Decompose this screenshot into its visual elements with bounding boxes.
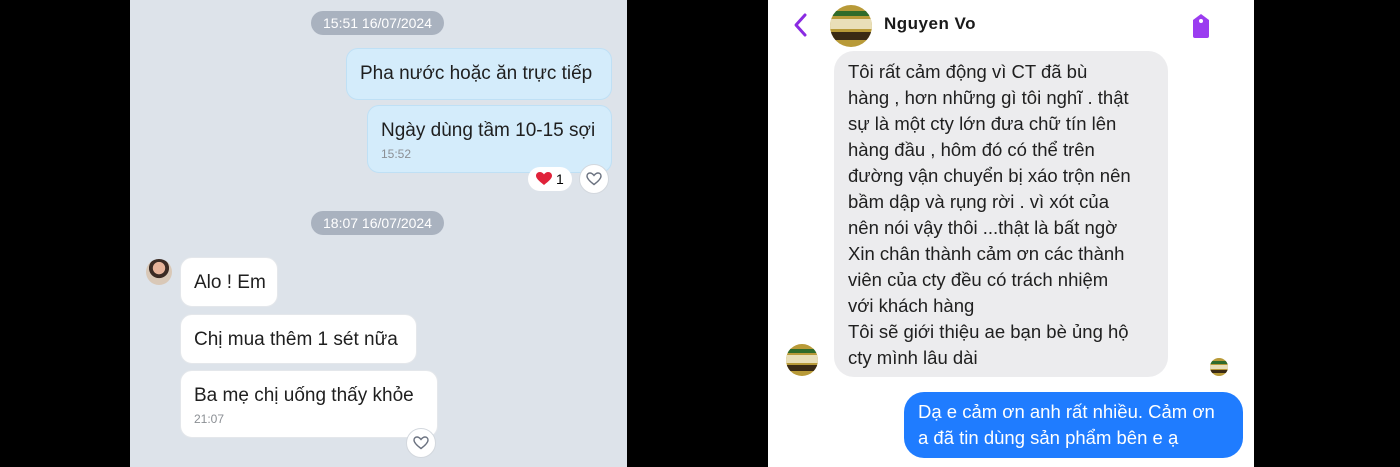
message-line: Tôi rất cảm động vì CT đã bù: [848, 61, 1088, 82]
tag-icon[interactable]: [1190, 12, 1212, 40]
message-line: với khách hàng: [848, 295, 975, 316]
message-line: đường vận chuyển bị xáo trộn nên: [848, 165, 1131, 186]
heart-outline-icon: [586, 172, 602, 186]
message-line: Tôi sẽ giới thiệu ae bạn bè ủng hộ: [848, 321, 1129, 342]
incoming-message[interactable]: Tôi rất cảm động vì CT đã bù hàng , hơn …: [834, 51, 1168, 377]
contact-name[interactable]: Nguyen Vo: [884, 14, 976, 34]
reaction-badge[interactable]: 1: [528, 167, 572, 191]
message-text: Ba mẹ chị uống thấy khỏe: [194, 385, 414, 406]
react-button[interactable]: [406, 428, 436, 458]
contact-avatar[interactable]: [146, 259, 172, 285]
message-line: bầm dập và rụng rời . vì xót của: [848, 191, 1109, 212]
outgoing-message[interactable]: Pha nước hoặc ăn trực tiếp: [346, 48, 612, 100]
message-line: viên của cty đều có trách nhiệm: [848, 269, 1109, 290]
message-text: Pha nước hoặc ăn trực tiếp: [360, 63, 593, 84]
outgoing-message[interactable]: Dạ e cảm ơn anh rất nhiều. Cảm ơn a đã t…: [904, 392, 1243, 458]
message-line: cty mình lâu dài: [848, 347, 978, 368]
message-text: Ngày dùng tầm 10-15 sợi: [381, 120, 596, 141]
incoming-message[interactable]: Ba mẹ chị uống thấy khỏe 21:07: [180, 370, 438, 438]
sender-avatar[interactable]: [786, 344, 818, 376]
message-line: Xin chân thành cảm ơn các thành: [848, 243, 1125, 264]
message-line: hàng , hơn những gì tôi nghĩ . thật: [848, 87, 1129, 108]
message-text: Alo ! Em: [194, 272, 266, 293]
left-chat-panel: 15:51 16/07/2024 Pha nước hoặc ăn trực t…: [130, 0, 627, 467]
message-time: 15:52: [381, 147, 412, 161]
message-text: Chị mua thêm 1 sét nữa: [194, 329, 398, 350]
message-line: a đã tin dùng sản phẩm bên e ạ: [918, 427, 1179, 448]
back-chevron-icon[interactable]: [792, 12, 808, 38]
timestamp-divider: 15:51 16/07/2024: [311, 11, 444, 35]
message-line: hàng đầu , hôm đó có thể trên: [848, 139, 1095, 160]
message-time: 21:07: [194, 412, 225, 426]
timestamp-divider: 18:07 16/07/2024: [311, 211, 444, 235]
heart-filled-icon: [536, 172, 552, 185]
message-line: sự là một cty lớn đưa chữ tín lên: [848, 113, 1117, 134]
message-line: Dạ e cảm ơn anh rất nhiều. Cảm ơn: [918, 401, 1215, 422]
right-chat-panel: Nguyen Vo Tôi rất cảm động vì CT đã bù h…: [768, 0, 1254, 467]
outgoing-message[interactable]: Ngày dùng tầm 10-15 sợi 15:52: [367, 105, 612, 173]
seen-avatar: [1210, 358, 1228, 376]
incoming-message[interactable]: Chị mua thêm 1 sét nữa: [180, 314, 417, 364]
contact-avatar[interactable]: [830, 5, 872, 47]
react-button[interactable]: [579, 164, 609, 194]
message-line: nên nói vậy thôi ...thật là bất ngờ: [848, 217, 1118, 238]
incoming-message[interactable]: Alo ! Em: [180, 257, 278, 307]
reaction-count: 1: [556, 171, 564, 187]
heart-outline-icon: [413, 436, 429, 450]
